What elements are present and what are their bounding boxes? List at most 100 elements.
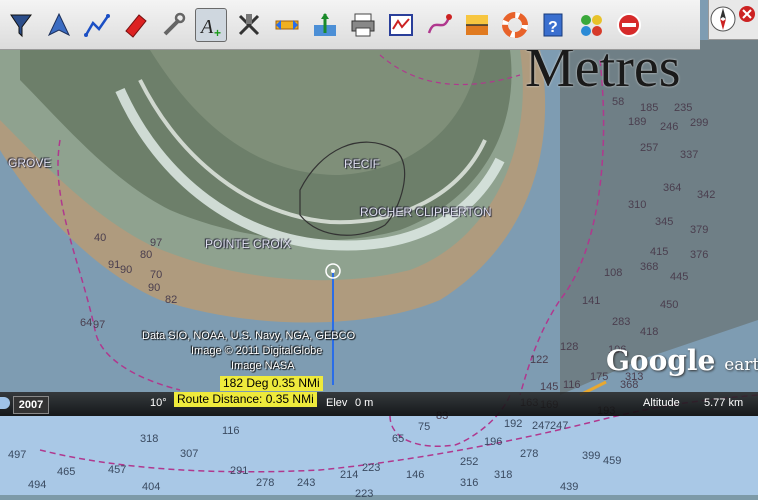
- help-icon: ?: [543, 13, 563, 36]
- depth-sounding: 223: [362, 462, 381, 474]
- route-line-icon: [84, 13, 110, 37]
- lifebuoy-icon: [502, 11, 528, 38]
- depth-sounding: 318: [140, 433, 159, 445]
- depth-sounding: 75: [418, 421, 431, 433]
- tool-stop-button[interactable]: [613, 8, 645, 42]
- eraser-icon: [125, 13, 147, 38]
- imagery-credit-line-2: Image © 2011 DigitalGlobe: [191, 345, 323, 357]
- depth-sounding: 90: [148, 282, 161, 294]
- svg-text:+: +: [214, 26, 221, 39]
- funnel-icon: [10, 14, 32, 37]
- depth-sounding: 252: [460, 456, 479, 468]
- depth-sounding: 299: [690, 117, 709, 129]
- track-icon: [427, 13, 452, 33]
- google-logo-text: Google: [606, 344, 716, 377]
- layers-icon: [581, 14, 602, 36]
- depth-sounding: 415: [650, 246, 669, 258]
- depth-sounding: 108: [604, 267, 623, 279]
- historical-imagery-year[interactable]: 2007: [13, 396, 49, 414]
- tool-measure-button[interactable]: [271, 8, 303, 42]
- depth-sounding: 116: [222, 425, 240, 437]
- depth-sounding: 497: [8, 449, 27, 461]
- elevation-label: Elev: [326, 397, 348, 409]
- tool-settings-button[interactable]: [157, 8, 189, 42]
- tool-erase-button[interactable]: [119, 8, 151, 42]
- depth-sounding: 64: [80, 317, 93, 329]
- depth-sounding: 189: [628, 116, 647, 128]
- tool-chart-window-button[interactable]: [385, 8, 417, 42]
- shallow-water-area: [0, 416, 758, 495]
- depth-sounding: 235: [674, 102, 693, 114]
- depth-sounding: 90: [120, 264, 133, 276]
- depth-sounding: 494: [28, 479, 47, 491]
- tool-filter-button[interactable]: [5, 8, 37, 42]
- tide-level-icon: [314, 12, 336, 36]
- depth-sounding: 342: [697, 189, 716, 201]
- depth-sounding: 257: [640, 142, 659, 154]
- altitude-value: 5.77 km: [704, 397, 744, 409]
- compass-icon: [710, 6, 755, 32]
- svg-text:?: ?: [548, 19, 558, 36]
- tool-help-button[interactable]: ?: [537, 8, 569, 42]
- depth-sounding: 91: [108, 259, 121, 271]
- tool-boat-button[interactable]: [43, 8, 75, 42]
- route-distance-readout: Route Distance: 0.35 NMi: [174, 392, 317, 407]
- depth-sounding: 146: [406, 469, 425, 481]
- depth-sounding: 82: [165, 294, 178, 306]
- tool-layers-button[interactable]: [575, 8, 607, 42]
- depth-sounding: 310: [628, 199, 647, 211]
- route-start-dot: [331, 269, 335, 273]
- place-label-recif: RECIF: [344, 157, 380, 171]
- tool-print-button[interactable]: [347, 8, 379, 42]
- depth-sounding: 376: [690, 249, 709, 261]
- depth-sounding: 318: [494, 469, 513, 481]
- depth-sounding: 97: [93, 319, 106, 331]
- depth-sounding: 459: [603, 455, 622, 467]
- tool-tide-button[interactable]: [309, 8, 341, 42]
- depth-sounding: 278: [520, 448, 539, 460]
- depth-sounding: 185: [640, 102, 659, 114]
- elevation-value: 0 m: [355, 397, 374, 409]
- depth-sounding: 40: [94, 232, 107, 244]
- tool-mob-button[interactable]: [499, 8, 531, 42]
- depth-sounding: 58: [612, 96, 625, 108]
- depth-sounding: 116: [563, 379, 581, 391]
- place-label-rocher: ROCHER CLIPPERTON: [360, 205, 492, 219]
- depth-sounding: 364: [663, 182, 682, 194]
- depth-sounding: 368: [640, 261, 659, 273]
- stop-sign-icon: [617, 12, 641, 37]
- depth-sounding: 399: [582, 450, 601, 462]
- depth-sounding: 141: [582, 295, 601, 307]
- heading-label: 10°: [150, 397, 167, 409]
- chart-window-icon: [389, 13, 413, 36]
- imagery-credit-line-3: Image NASA: [231, 360, 295, 372]
- depth-sounding: 246: [660, 121, 679, 133]
- route-bearing-readout: 182 Deg 0.35 NMi: [220, 376, 323, 391]
- tool-add-text-button[interactable]: A +: [195, 7, 227, 42]
- depth-sounding: 337: [680, 149, 699, 161]
- tool-track-button[interactable]: [423, 8, 455, 42]
- boat-position-icon: [47, 12, 71, 36]
- depth-sounding: 80: [140, 249, 153, 261]
- wrench-icon: [163, 12, 186, 35]
- tool-sunset-button[interactable]: [461, 8, 493, 42]
- tool-route-button[interactable]: [81, 8, 113, 42]
- compass-widget[interactable]: [708, 0, 758, 40]
- place-label-pointe: POINTE CROIX: [205, 237, 292, 251]
- depth-sounding: 192: [504, 418, 523, 430]
- depth-sounding: 418: [640, 326, 659, 338]
- depth-sounding: 196: [484, 436, 503, 448]
- tool-delete-button[interactable]: [233, 8, 265, 42]
- delete-tool-icon: [238, 13, 260, 35]
- depth-sounding: 307: [180, 448, 199, 460]
- depth-sounding: 97: [150, 237, 163, 249]
- earth-logo-text: earth: [724, 355, 758, 375]
- svg-text:A: A: [199, 16, 214, 38]
- depth-sounding: 439: [560, 481, 579, 493]
- depth-sounding: 457: [108, 464, 127, 476]
- depth-sounding: 379: [690, 224, 709, 236]
- depth-sounding: 122: [530, 354, 549, 366]
- altitude-label: Altitude: [643, 397, 680, 409]
- depth-sounding: 70: [150, 269, 163, 281]
- depth-sounding: 316: [460, 477, 479, 489]
